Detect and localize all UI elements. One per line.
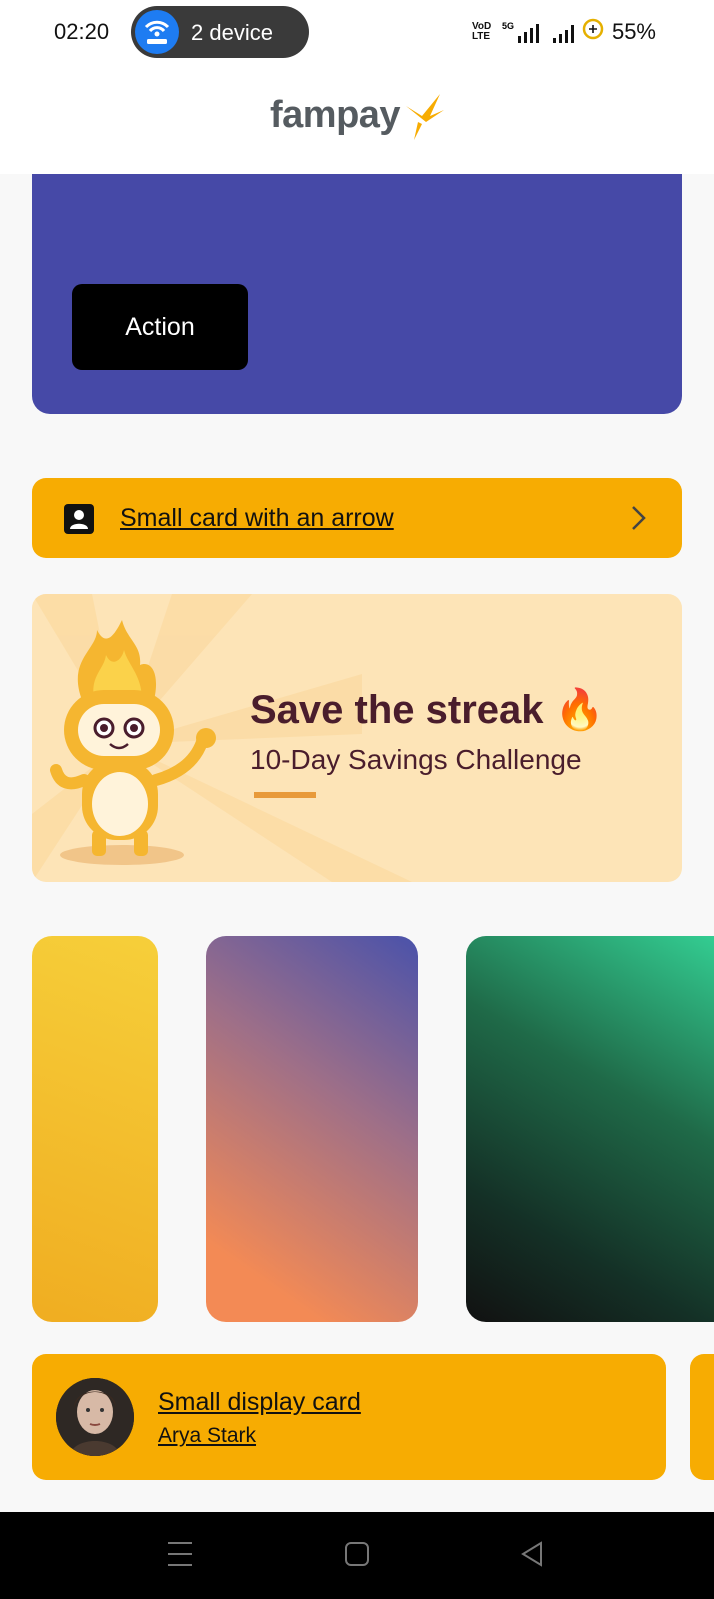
next-display-card[interactable] bbox=[690, 1354, 714, 1480]
arrow-card-title: Small card with an arrow bbox=[120, 504, 394, 532]
gradient-card-green[interactable] bbox=[466, 936, 714, 1322]
volte-label: VoD LTE bbox=[471, 20, 492, 42]
fampay-logo-icon bbox=[400, 92, 446, 147]
app-bar: fampay bbox=[0, 66, 714, 174]
action-button[interactable]: Action bbox=[72, 284, 248, 370]
display-card-subtitle: Arya Stark bbox=[158, 1424, 257, 1447]
menu-icon[interactable] bbox=[168, 1540, 192, 1573]
wifi-hotspot-icon bbox=[135, 10, 179, 54]
small-display-card[interactable]: Small display card Arya Stark bbox=[32, 1354, 666, 1480]
back-icon[interactable] bbox=[520, 1540, 544, 1573]
status-indicators: VoD LTE 5G 55% bbox=[472, 18, 656, 45]
display-card-title: Small display card bbox=[158, 1388, 361, 1416]
battery-percent: 55% bbox=[611, 18, 656, 44]
banner-underline bbox=[254, 792, 316, 798]
mascot-icon bbox=[42, 620, 222, 875]
chevron-right-icon[interactable] bbox=[628, 504, 648, 537]
network-type: 5G bbox=[501, 20, 514, 31]
hotspot-label: 2 device bbox=[191, 20, 273, 45]
status-bar: 02:20 2 device VoD LTE 5G 55% bbox=[0, 0, 714, 66]
home-icon[interactable] bbox=[344, 1540, 370, 1573]
battery-icon bbox=[582, 18, 604, 45]
signal-icon: 5G bbox=[502, 21, 539, 43]
banner-subtitle: 10-Day Savings Challenge bbox=[250, 744, 582, 775]
small-card-with-arrow[interactable]: Small card with an arrow bbox=[32, 478, 682, 558]
signal-icon-2 bbox=[552, 21, 574, 43]
hotspot-pill[interactable]: 2 device bbox=[131, 6, 309, 58]
system-nav-bar bbox=[0, 1512, 714, 1599]
big-display-card[interactable]: Action bbox=[32, 174, 682, 414]
banner-title: Save the streak 🔥 bbox=[250, 688, 605, 732]
status-time: 02:20 bbox=[54, 19, 110, 44]
savings-challenge-banner[interactable]: Save the streak 🔥 10-Day Savings Challen… bbox=[32, 594, 682, 882]
gradient-card-yellow[interactable] bbox=[32, 936, 158, 1322]
avatar bbox=[56, 1378, 134, 1456]
gradient-card-purple-orange[interactable] bbox=[206, 936, 418, 1322]
person-icon bbox=[64, 504, 94, 539]
brand-logo-text: fampay bbox=[270, 94, 401, 136]
